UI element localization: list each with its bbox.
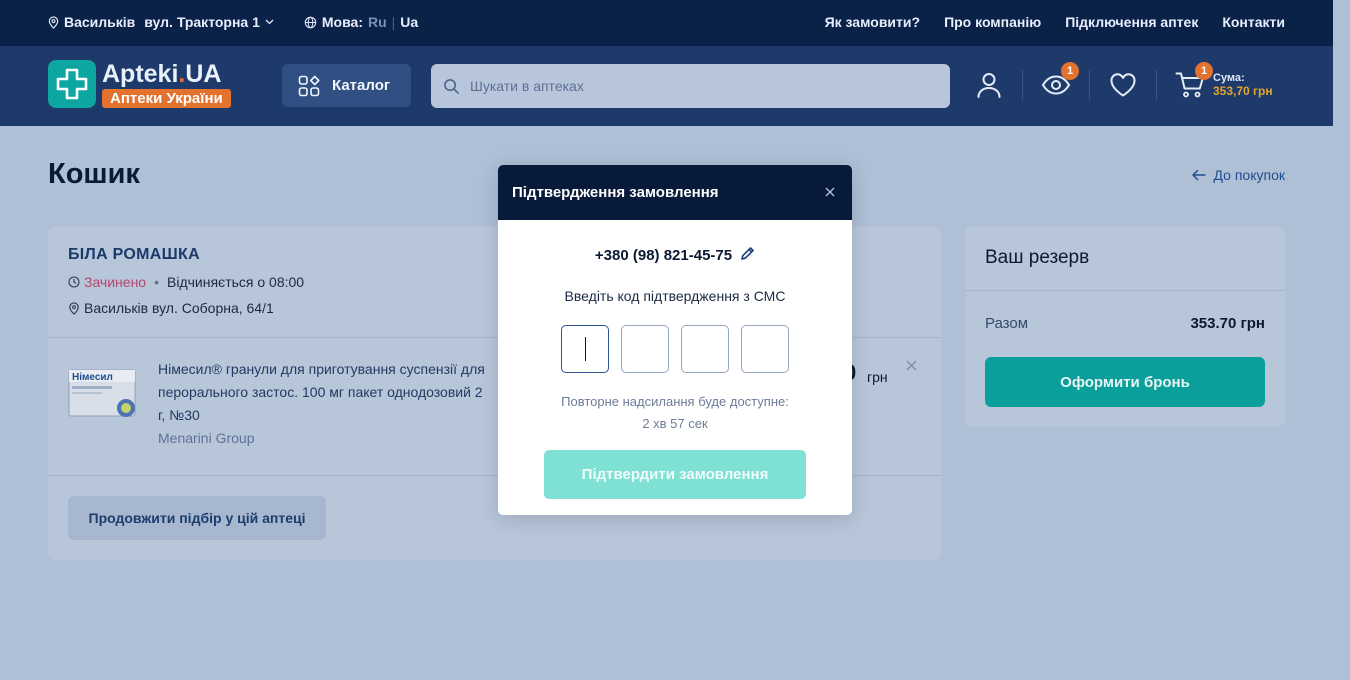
logo-dot: . (178, 59, 186, 88)
product-name[interactable]: Німесил® гранули для приготування суспен… (158, 358, 488, 427)
city-label: Васильків (64, 14, 136, 30)
back-to-shopping-link[interactable]: До покупок (1191, 167, 1285, 183)
search-bar (431, 64, 950, 108)
main-header: Apteki.UA Аптеки України Каталог 1 1 Сум… (0, 46, 1333, 126)
logo-title-domain: .UA (178, 59, 222, 88)
product-image[interactable]: Німесил (68, 366, 138, 422)
cart-sum[interactable]: Сума: 353,70 грн (1213, 72, 1273, 98)
catalog-button[interactable]: Каталог (282, 64, 411, 107)
cart-sum-label: Сума: (1213, 72, 1245, 84)
remove-product-button[interactable] (906, 358, 917, 376)
heart-icon (1110, 73, 1136, 97)
location-pin-icon (48, 15, 59, 29)
catalog-grid-icon (298, 75, 320, 96)
back-label: До покупок (1213, 167, 1285, 183)
product-currency: грн (867, 369, 888, 385)
reserve-summary: Ваш резерв Разом 353.70 грн Оформити бро… (965, 226, 1285, 427)
pharmacy-address-text: Васильків вул. Соборна, 64/1 (84, 300, 274, 316)
nav-connect-pharmacies[interactable]: Підключення аптек (1065, 14, 1198, 30)
modal-close-button[interactable] (825, 184, 835, 201)
search-input[interactable] (470, 78, 930, 94)
edit-phone-button[interactable] (740, 246, 755, 265)
pharmacy-opens: Відчиняється о 08:00 (167, 274, 305, 290)
logo-text: Apteki.UA Аптеки України (102, 61, 231, 108)
top-bar: Васильків вул. Тракторна 1 Мова: Ru | Ua… (0, 0, 1333, 46)
nav-about[interactable]: Про компанію (944, 14, 1041, 30)
favorites-button[interactable] (1106, 68, 1140, 102)
profile-button[interactable] (972, 68, 1006, 102)
lang-ru-link[interactable]: Ru (368, 14, 387, 30)
sms-code-digit-3[interactable] (681, 325, 729, 373)
language-label: Мова: (321, 14, 363, 30)
clock-icon (68, 276, 80, 288)
sms-code-digit-1[interactable] (561, 325, 609, 373)
modal-title: Підтвердження замовлення (512, 184, 719, 201)
close-icon (825, 187, 835, 197)
resend-timer: Повторне надсилання буде доступне: 2 хв … (498, 391, 852, 435)
logo-subtitle: Аптеки України (102, 88, 231, 108)
viewed-button[interactable]: 1 (1039, 62, 1079, 102)
lang-ua-link[interactable]: Ua (400, 14, 418, 30)
confirm-order-button[interactable]: Підтвердити замовлення (544, 450, 806, 499)
cart-button[interactable]: 1 (1173, 62, 1213, 102)
logo-cross-icon (48, 60, 96, 108)
sms-instruction: Введіть код підтвердження з СМС (564, 288, 786, 304)
top-nav: Як замовити? Про компанію Підключення ап… (825, 14, 1285, 30)
sms-code-digit-4[interactable] (741, 325, 789, 373)
arrow-left-icon (1191, 169, 1206, 181)
page-title: Кошик (48, 158, 140, 190)
nav-contacts[interactable]: Контакти (1222, 14, 1285, 30)
status-separator: • (154, 274, 159, 290)
cart-count-badge: 1 (1195, 62, 1213, 80)
reserve-title: Ваш резерв (985, 247, 1090, 268)
product-box-label: Німесил (72, 372, 113, 383)
chevron-down-icon (265, 19, 274, 25)
sms-code-digit-2[interactable] (621, 325, 669, 373)
product-manufacturer: Menarini Group (158, 430, 255, 446)
lang-separator: | (391, 14, 396, 30)
close-icon (906, 360, 917, 371)
logo-title: Apteki.UA (102, 61, 231, 87)
nav-how-to-order[interactable]: Як замовити? (825, 14, 920, 30)
pencil-icon (741, 247, 754, 260)
phone-number: +380 (98) 821-45-75 (594, 247, 733, 264)
total-label: Разом (985, 315, 1029, 332)
order-confirmation-modal: Підтвердження замовлення +380 (98) 821-4… (498, 165, 852, 515)
header-divider (1022, 70, 1023, 100)
globe-icon (304, 16, 317, 28)
user-icon (977, 73, 1001, 98)
modal-header: Підтвердження замовлення (498, 165, 852, 220)
pharmacy-status: Зачинено (84, 274, 147, 290)
catalog-label: Каталог (332, 77, 391, 94)
header-actions: 1 1 Сума: 353,70 грн (972, 62, 1273, 102)
total-value: 353.70 грн (1190, 315, 1265, 332)
pharmacy-name[interactable]: БІЛА РОМАШКА (68, 246, 200, 264)
search-icon (444, 78, 459, 94)
text-caret (584, 337, 586, 361)
sms-code-inputs (561, 325, 789, 373)
header-divider (1156, 70, 1157, 100)
address-label: вул. Тракторна 1 (144, 14, 260, 30)
logo[interactable]: Apteki.UA Аптеки України (48, 60, 231, 108)
resend-text: Повторне надсилання буде доступне: (561, 394, 789, 409)
logo-title-main: Apteki (102, 59, 179, 88)
phone-row: +380 (98) 821-45-75 (498, 246, 852, 265)
pharmacy-hours: Зачинено • Відчиняється о 08:00 (68, 274, 304, 290)
pharmacy-address: Васильків вул. Соборна, 64/1 (68, 300, 274, 316)
cart-sum-value: 353,70 грн (1213, 84, 1273, 98)
top-bar-left: Васильків вул. Тракторна 1 Мова: Ru | Ua (48, 14, 418, 30)
header-divider (1089, 70, 1090, 100)
divider (965, 290, 1285, 291)
viewed-count-badge: 1 (1061, 62, 1079, 80)
resend-countdown: 2 хв 57 сек (642, 416, 708, 431)
location-pin-icon (69, 301, 79, 315)
place-reservation-button[interactable]: Оформити бронь (985, 357, 1265, 407)
language-switcher: Мова: Ru | Ua (304, 14, 418, 30)
location-selector[interactable]: Васильків вул. Тракторна 1 (48, 14, 274, 30)
continue-shopping-button[interactable]: Продовжити підбір у цій аптеці (68, 496, 326, 540)
